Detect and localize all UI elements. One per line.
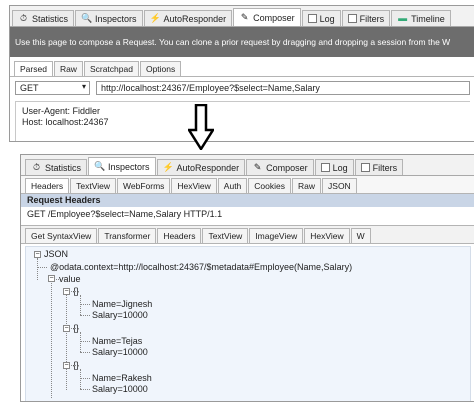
lightning-icon: ⚡ <box>149 13 161 23</box>
tab-label: AutoResponder <box>176 162 240 173</box>
collapse-value-toggle[interactable]: − <box>48 275 55 282</box>
response-tab-hexview[interactable]: HexView <box>304 228 350 243</box>
request-headers-title: Request Headers <box>21 194 474 207</box>
json-root-node[interactable]: JSON <box>44 249 68 259</box>
request-headers-textarea[interactable]: User-Agent: Fiddler Host: localhost:2436… <box>15 101 470 141</box>
request-tab-auth[interactable]: Auth <box>217 178 248 193</box>
collapse-json-toggle[interactable]: − <box>34 251 41 258</box>
json-name-node[interactable]: Name=Tejas <box>92 336 142 346</box>
json-tree-panel: − − − − − JSON @odata.context=http://loc… <box>25 246 471 401</box>
subtab-parsed[interactable]: Parsed <box>14 61 53 76</box>
tab-inspectors[interactable]: 🔍 Inspectors <box>75 10 143 26</box>
header-user-agent: User-Agent: Fiddler <box>22 106 101 116</box>
tab-label: Statistics <box>45 162 82 173</box>
json-value-node[interactable]: value <box>59 274 81 284</box>
response-tab-syntaxview[interactable]: Get SyntaxView <box>25 228 98 243</box>
tab-filters[interactable]: Filters <box>341 10 391 26</box>
response-tab-w[interactable]: W <box>350 228 371 243</box>
request-line-row: GET ▾ http://localhost:24367/Employee?$s… <box>10 77 474 99</box>
composer-subtab-bar: Parsed Raw Scratchpad Options <box>10 60 474 77</box>
tab-statistics[interactable]: ⏱ Statistics <box>12 10 75 26</box>
request-headers-panel: Request Headers GET /Employee?$select=Na… <box>21 194 474 224</box>
tab-filters[interactable]: Filters <box>354 159 404 175</box>
method-value: GET <box>20 83 39 93</box>
request-tab-headers[interactable]: Headers <box>25 178 70 193</box>
collapse-item-toggle[interactable]: − <box>63 288 70 295</box>
pencil-icon: ✎ <box>253 162 262 172</box>
tab-label: Composer <box>253 12 295 23</box>
json-name-node[interactable]: Name=Jignesh <box>92 299 152 309</box>
tab-autoresponder[interactable]: ⚡ AutoResponder <box>156 159 246 175</box>
collapse-item-toggle[interactable]: − <box>63 325 70 332</box>
method-select[interactable]: GET ▾ <box>15 81 90 95</box>
lightning-icon: ⚡ <box>162 162 174 172</box>
subtab-scratchpad[interactable]: Scratchpad <box>83 61 139 76</box>
request-tab-cookies[interactable]: Cookies <box>248 178 292 193</box>
tab-label: Log <box>332 162 348 173</box>
response-tab-transformer[interactable]: Transformer <box>98 228 157 243</box>
request-tab-json[interactable]: JSON <box>322 178 357 193</box>
down-arrow-icon <box>186 103 216 152</box>
stopwatch-icon: ⏱ <box>19 13 28 23</box>
request-line: GET /Employee?$select=Name,Salary HTTP/1… <box>27 209 223 219</box>
composer-hint: Use this page to compose a Request. You … <box>10 27 474 57</box>
tab-autoresponder[interactable]: ⚡ AutoResponder <box>143 10 233 26</box>
tab-label: Log <box>319 13 335 24</box>
url-input[interactable]: http://localhost:24367/Employee?$select=… <box>96 81 470 95</box>
request-tab-bar: Headers TextView WebForms HexView Auth C… <box>21 176 474 194</box>
tab-log[interactable]: Log <box>301 10 341 26</box>
tab-composer[interactable]: ✎ Composer <box>233 8 301 26</box>
request-tab-raw[interactable]: Raw <box>292 178 322 193</box>
subtab-options[interactable]: Options <box>139 61 182 76</box>
tab-timeline[interactable]: ▬ Timeline <box>391 10 451 26</box>
composer-window: ⏱ Statistics 🔍 Inspectors ⚡ AutoResponde… <box>9 5 474 142</box>
json-object-node[interactable]: {} <box>73 360 79 370</box>
json-context-node[interactable]: @odata.context=http://localhost:24367/$m… <box>50 262 352 272</box>
tab-statistics[interactable]: ⏱ Statistics <box>25 159 88 175</box>
json-object-node[interactable]: {} <box>73 286 79 296</box>
response-tab-bar: Get SyntaxView Transformer Headers TextV… <box>21 225 474 244</box>
magnifier-icon: 🔍 <box>81 13 93 23</box>
filters-checkbox[interactable] <box>360 163 370 172</box>
inspector-top-tab-bar: ⏱ Statistics 🔍 Inspectors ⚡ AutoResponde… <box>21 155 474 176</box>
tab-label: AutoResponder <box>163 13 227 24</box>
json-object-node[interactable]: {} <box>73 323 79 333</box>
header-host: Host: localhost:24367 <box>22 117 109 127</box>
log-checkbox[interactable] <box>320 163 330 172</box>
json-salary-node[interactable]: Salary=10000 <box>92 347 148 357</box>
json-name-node[interactable]: Name=Rakesh <box>92 373 152 383</box>
subtab-raw[interactable]: Raw <box>53 61 83 76</box>
tab-label: Inspectors <box>108 161 150 172</box>
url-value: http://localhost:24367/Employee?$select=… <box>101 83 320 93</box>
tab-label: Filters <box>372 162 398 173</box>
request-tab-webforms[interactable]: WebForms <box>117 178 171 193</box>
inspector-window: ⏱ Statistics 🔍 Inspectors ⚡ AutoResponde… <box>20 154 474 402</box>
json-salary-node[interactable]: Salary=10000 <box>92 310 148 320</box>
filters-checkbox[interactable] <box>347 14 357 23</box>
tab-label: Statistics <box>32 13 69 24</box>
tab-label: Composer <box>266 162 308 173</box>
request-tab-textview[interactable]: TextView <box>70 178 116 193</box>
response-tab-textview[interactable]: TextView <box>202 228 249 243</box>
timeline-icon: ▬ <box>398 13 408 23</box>
json-salary-node[interactable]: Salary=10000 <box>92 384 148 394</box>
tab-inspectors[interactable]: 🔍 Inspectors <box>88 157 156 175</box>
tab-label: Filters <box>359 13 385 24</box>
pencil-icon: ✎ <box>240 12 249 22</box>
stopwatch-icon: ⏱ <box>32 162 41 172</box>
collapse-item-toggle[interactable]: − <box>63 362 70 369</box>
response-tab-headers[interactable]: Headers <box>157 228 202 243</box>
chevron-down-icon: ▾ <box>81 82 86 91</box>
request-tab-hexview[interactable]: HexView <box>171 178 217 193</box>
top-tab-bar: ⏱ Statistics 🔍 Inspectors ⚡ AutoResponde… <box>10 6 474 27</box>
tab-log[interactable]: Log <box>314 159 354 175</box>
tab-label: Inspectors <box>95 13 137 24</box>
tab-composer[interactable]: ✎ Composer <box>246 159 314 175</box>
response-tab-imageview[interactable]: ImageView <box>249 228 304 243</box>
magnifier-icon: 🔍 <box>94 161 106 171</box>
log-checkbox[interactable] <box>307 14 317 23</box>
tab-label: Timeline <box>411 13 445 24</box>
